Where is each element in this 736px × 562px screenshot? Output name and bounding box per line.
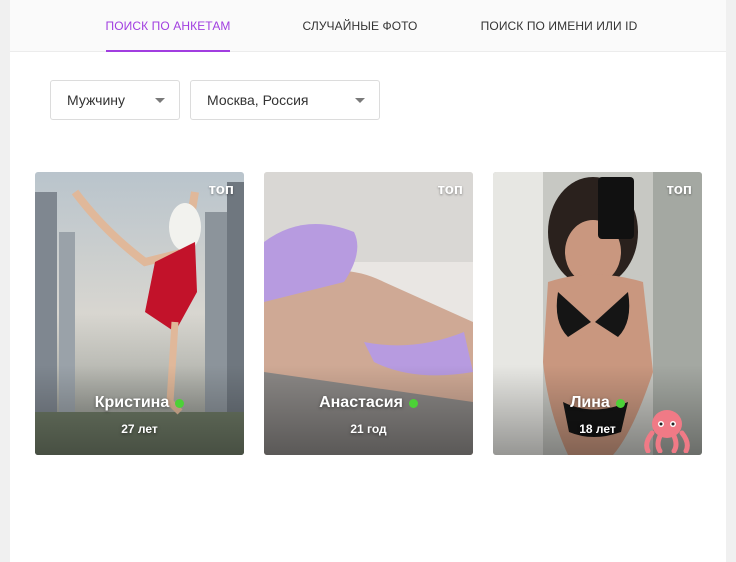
profile-name-row: Кристина: [35, 394, 244, 412]
profile-card[interactable]: топ Анастасия 21 год: [264, 172, 473, 455]
profile-name-row: Анастасия: [264, 394, 473, 412]
online-status-icon: [615, 398, 625, 408]
city-select-value: Москва, Россия: [207, 92, 309, 108]
tab-random-photos[interactable]: СЛУЧАЙНЫЕ ФОТО: [300, 0, 420, 52]
octopus-sticker-icon: [644, 410, 690, 453]
online-status-icon: [408, 398, 418, 408]
tab-search-by-name-or-id[interactable]: ПОИСК ПО ИМЕНИ ИЛИ ID: [480, 0, 638, 52]
gender-select[interactable]: Мужчину: [50, 80, 180, 120]
top-badge: топ: [666, 181, 692, 198]
profile-name: Анастасия: [319, 394, 403, 411]
chevron-down-icon: [355, 98, 365, 103]
profile-name: Лина: [570, 394, 610, 411]
city-select[interactable]: Москва, Россия: [190, 80, 380, 120]
top-badge: топ: [437, 181, 463, 198]
online-status-icon: [175, 398, 185, 408]
search-tabs: ПОИСК ПО АНКЕТАМ СЛУЧАЙНЫЕ ФОТО ПОИСК ПО…: [10, 0, 726, 52]
profile-age: 21 год: [350, 422, 387, 436]
top-badge: топ: [208, 181, 234, 198]
profile-age: 27 лет: [121, 422, 158, 436]
chevron-down-icon: [155, 98, 165, 103]
profile-card[interactable]: топ Лина 18 лет: [493, 172, 702, 455]
tab-profile-search[interactable]: ПОИСК ПО АНКЕТАМ: [105, 0, 230, 52]
gender-select-value: Мужчину: [67, 92, 126, 108]
profile-name: Кристина: [94, 394, 170, 411]
main-panel: ПОИСК ПО АНКЕТАМ СЛУЧАЙНЫЕ ФОТО ПОИСК ПО…: [10, 0, 726, 562]
profile-card[interactable]: топ Кристина 27 лет: [35, 172, 244, 455]
